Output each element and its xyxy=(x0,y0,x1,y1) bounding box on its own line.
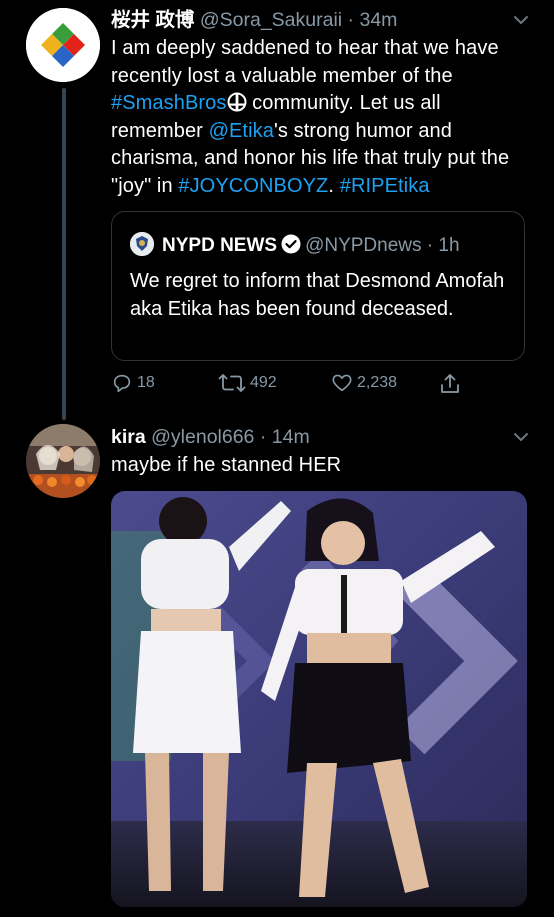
handle[interactable]: @Sora_Sakuraii xyxy=(200,9,342,31)
tweet-text-part: . xyxy=(328,174,340,197)
nypd-badge-icon xyxy=(130,232,154,256)
like-button[interactable]: 2,238 xyxy=(331,372,397,394)
retweet-count: 492 xyxy=(250,374,277,391)
quoted-tweet-text: We regret to inform that Desmond Amofah … xyxy=(130,270,505,320)
quoted-tweet-header: NYPD NEWS @NYPDnews · 1h xyxy=(130,232,460,258)
share-button[interactable] xyxy=(438,372,466,396)
performance-photo xyxy=(111,491,527,907)
tweet-1-actions: 18 492 2,238 xyxy=(111,372,531,398)
tweet-text-part: I am deeply saddened to hear that we hav… xyxy=(111,37,499,87)
tweet-2-header: kira @ylenol666 · 14m xyxy=(111,425,310,449)
handle[interactable]: @ylenol666 xyxy=(151,426,254,448)
reply-count: 18 xyxy=(137,374,155,391)
smash-logo-icon xyxy=(227,92,246,112)
tweet-1-header: 桜井 政博 @Sora_Sakuraii · 34m xyxy=(111,8,397,32)
separator: · xyxy=(342,9,360,31)
timestamp[interactable]: 14m xyxy=(272,426,310,448)
timestamp[interactable]: 34m xyxy=(359,9,397,31)
mention-etika[interactable]: @Etika xyxy=(209,120,274,142)
reply-icon xyxy=(113,374,131,393)
tweet-1-body: I am deeply saddened to hear that we hav… xyxy=(111,35,531,200)
verified-badge-icon xyxy=(281,234,301,254)
share-icon xyxy=(441,374,459,393)
retweet-icon xyxy=(218,374,246,392)
like-count: 2,238 xyxy=(357,374,398,391)
display-name[interactable]: 桜井 政博 xyxy=(111,9,194,31)
tweet-media-photo[interactable] xyxy=(111,491,527,907)
thread-connector-line xyxy=(62,88,66,420)
quoted-timestamp: 1h xyxy=(438,235,460,256)
avatar-image xyxy=(26,8,100,82)
nypd-avatar xyxy=(130,232,154,256)
like-icon xyxy=(332,374,352,392)
hashtag-smashbros[interactable]: #SmashBros xyxy=(111,92,227,114)
separator: · xyxy=(254,426,272,448)
avatar-kira[interactable] xyxy=(26,424,100,498)
quoted-handle: @NYPDnews xyxy=(305,235,422,256)
tweet-2-body: maybe if he stanned HER xyxy=(111,454,342,476)
display-name[interactable]: kira xyxy=(111,426,146,448)
hashtag-ripetika[interactable]: #RIPEtika xyxy=(340,175,430,197)
quoted-display-name: NYPD NEWS xyxy=(162,235,278,256)
quoted-tweet-card[interactable]: NYPD NEWS @NYPDnews · 1h We regret to inf… xyxy=(111,211,525,361)
chevron-down-icon[interactable] xyxy=(511,10,531,30)
hashtag-joyconboyz[interactable]: #JOYCONBOYZ xyxy=(178,175,328,197)
avatar-sakurai[interactable] xyxy=(26,8,100,82)
separator: · xyxy=(421,235,439,256)
reply-button[interactable]: 18 xyxy=(111,372,155,394)
retweet-button[interactable]: 492 xyxy=(218,372,277,394)
chevron-down-icon[interactable] xyxy=(511,427,531,447)
avatar-image xyxy=(26,424,100,498)
